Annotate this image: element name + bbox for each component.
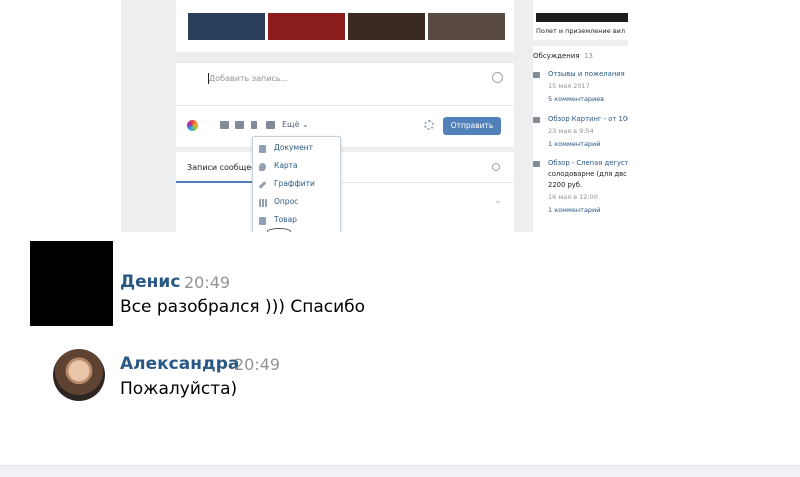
message-text: Все разобрался ))) Спасибо — [120, 297, 366, 317]
divider — [176, 105, 514, 106]
embedded-screenshot: Добавить запись... Ещё ⌄ Отправить Запис… — [121, 0, 628, 232]
topic-comments[interactable]: 5 комментариев — [548, 95, 604, 103]
message-time[interactable]: 20:49 — [234, 355, 280, 374]
document-icon — [259, 145, 266, 153]
menu-item-label: Опрос — [274, 197, 299, 206]
message-time[interactable]: 20:49 — [184, 273, 230, 292]
tab-community-posts[interactable]: Записи сообщест — [187, 163, 260, 172]
map-pin-icon — [259, 163, 266, 171]
menu-item-label: Товар — [274, 215, 297, 224]
color-picker-icon[interactable] — [187, 120, 198, 131]
topic-date: 16 мая в 12:00 — [548, 193, 598, 201]
topic-title[interactable]: Отзывы и пожелания — [548, 70, 628, 78]
topic-date: 23 мая в 9:54 — [548, 127, 594, 135]
menu-item-product[interactable]: Товар — [253, 212, 340, 230]
message-author[interactable]: Александра — [120, 354, 239, 374]
message-text: Пожалуйста) — [120, 379, 238, 399]
topic-comments[interactable]: 1 комментарий — [548, 140, 601, 148]
bag-icon — [259, 217, 266, 225]
photo-thumb[interactable] — [268, 13, 345, 40]
photo-thumb[interactable] — [188, 13, 265, 40]
composer-bar — [0, 465, 800, 477]
gear-icon[interactable] — [424, 120, 434, 130]
menu-item-poll[interactable]: Опрос — [253, 194, 340, 212]
post-composer: Добавить запись... Ещё ⌄ Отправить — [176, 62, 514, 147]
sidebar-photo[interactable] — [536, 13, 628, 22]
menu-item-map[interactable]: Карта — [253, 158, 340, 176]
photo-caption[interactable]: Полет и приземление вил — [536, 27, 625, 35]
menu-item-document[interactable]: Документ — [253, 140, 340, 158]
poll-icon — [259, 199, 267, 207]
menu-item-label: Граффити — [274, 179, 315, 188]
brush-icon — [258, 181, 267, 189]
text-format-icon[interactable] — [266, 121, 275, 129]
discussions-block: Обсуждения 13 Отзывы и пожелания 15 мая … — [533, 46, 628, 232]
message-author[interactable]: Денис — [120, 272, 180, 292]
photo-thumb[interactable] — [428, 13, 505, 40]
search-icon[interactable] — [492, 163, 500, 171]
tab-underline — [176, 181, 256, 183]
attach-menu: Документ Карта Граффити Опрос Товар — [252, 136, 341, 232]
topic-date: 15 мая 2017 — [548, 82, 590, 90]
smile-icon[interactable] — [492, 72, 503, 83]
video-icon[interactable] — [235, 121, 244, 129]
discussion-icon — [533, 72, 540, 78]
topic-title[interactable]: Обзор Картинг - от 100 — [548, 115, 628, 123]
menu-item-graffiti[interactable]: Граффити — [253, 176, 340, 194]
chevron-down-icon[interactable]: ⌄ — [494, 196, 502, 206]
discussions-header[interactable]: Обсуждения 13 — [533, 52, 593, 60]
photo-thumb[interactable] — [348, 13, 425, 40]
feed-card: Записи сообщест ⌄ — [176, 152, 514, 232]
more-button[interactable]: Ещё ⌄ — [282, 120, 309, 129]
send-button[interactable]: Отправить — [443, 117, 501, 135]
topic-title-line: солодоварне (для двс — [548, 170, 627, 178]
discussion-icon — [533, 117, 540, 123]
menu-item-label: Карта — [274, 161, 298, 170]
avatar[interactable] — [53, 349, 105, 401]
cursor-mark — [267, 228, 291, 232]
topic-comments[interactable]: 1 комментарий — [548, 206, 601, 214]
avatar[interactable] — [30, 241, 113, 326]
camera-icon[interactable] — [220, 121, 229, 129]
music-icon[interactable] — [251, 121, 257, 129]
sidebar-photo-card: Полет и приземление вил — [533, 0, 628, 40]
discussion-icon — [533, 161, 540, 167]
photos-card — [176, 0, 514, 52]
post-input[interactable]: Добавить запись... — [209, 74, 288, 83]
menu-item-label: Документ — [274, 143, 313, 152]
topic-title[interactable]: Обзор - Слепая дегуст — [548, 159, 628, 167]
topic-title-line: 2200 руб. — [548, 181, 583, 189]
